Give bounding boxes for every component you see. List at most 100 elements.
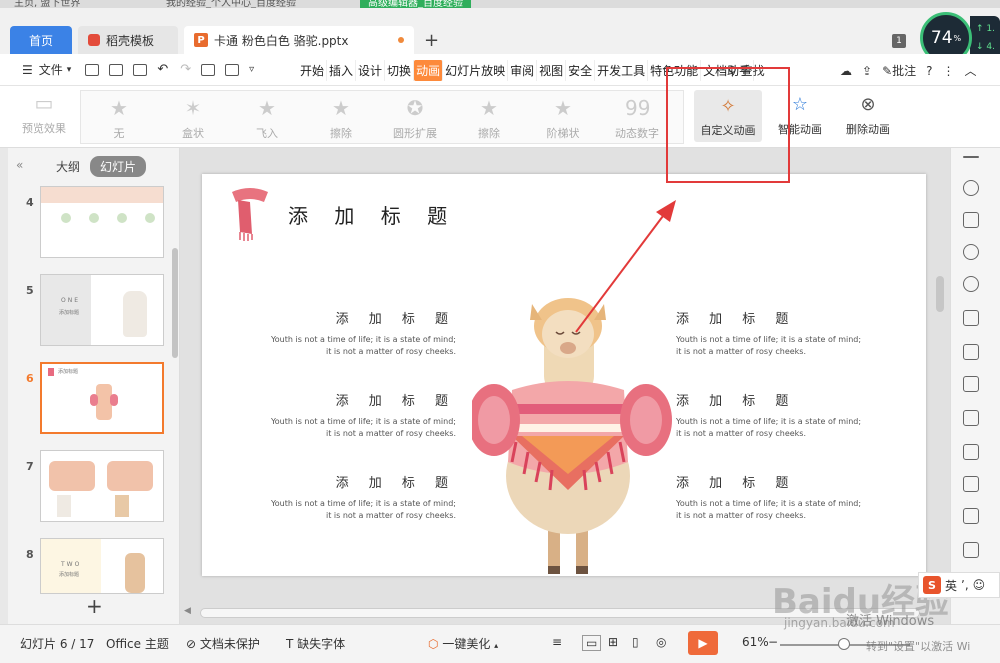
menu-bar: ☰ 文件 ▾ ↶ ↷ ▿ 开始 插入 设计 切换 动画 幻灯片放映 审阅 视图 … [0,54,1000,86]
thumbnail-scrollbar[interactable] [172,248,178,358]
one-click-beautify[interactable]: ⬡ 一键美化 ▴ [428,635,498,652]
tab-view[interactable]: 视图 [537,60,567,81]
collapse-ribbon-icon[interactable]: ︿ [965,62,977,79]
alpaca-illustration[interactable] [472,286,676,576]
tab-transition[interactable]: 切换 [385,60,415,81]
ime-toolbar[interactable]: S 英 ʼ, ☺ [918,572,1000,598]
slide-preview-text: 添加标题 [58,369,79,375]
tab-document[interactable]: P 卡通 粉色白色 骆驼.pptx [184,26,414,54]
tab-security[interactable]: 安全 [566,60,596,81]
picture-icon[interactable] [963,542,979,558]
layers-icon[interactable] [963,310,979,326]
theme-name[interactable]: Office 主题 [106,635,169,652]
tab-outline[interactable]: 大纲 [56,158,80,175]
anim-fly-in[interactable]: ★ 飞入 [237,97,297,147]
tab-slides[interactable]: 幻灯片 [90,156,147,177]
new-file-icon[interactable] [85,63,100,76]
help-icon[interactable]: ? [926,64,932,78]
bar-chart-icon[interactable] [963,376,979,392]
os-tab-active[interactable]: 高级编辑器_百度经验 [360,0,471,8]
slide-sorter-icon[interactable]: ⊞ [608,635,618,649]
undo-icon[interactable]: ↶ [157,62,168,77]
comment-button[interactable]: ✎批注 [882,62,916,79]
os-tab[interactable]: 我的经验_个人中心_百度经验 [166,0,296,8]
text-block[interactable]: 添 加 标 题 Youth is not a time of life; it … [246,477,456,522]
zoom-out-icon[interactable]: − [768,635,778,649]
notes-toggle-icon[interactable]: ≡ [552,635,562,649]
new-tab-button[interactable]: + [424,30,439,51]
more-icon[interactable]: ⋮ [943,64,955,78]
grid-icon[interactable] [963,344,979,360]
presenter-view-icon[interactable]: ◎ [656,635,666,649]
collapse-panel-icon[interactable]: « [16,158,23,172]
window-count-badge[interactable]: 1 [892,34,906,48]
tab-developer[interactable]: 开发工具 [595,60,649,81]
tab-animation[interactable]: 动画 [414,60,444,81]
anim-stairs[interactable]: ★ 阶梯状 [533,97,593,147]
slide-thumbnail-active[interactable]: 6 添加标题 [8,362,180,438]
share-box-icon[interactable] [963,476,979,492]
zoom-level[interactable]: 61% [742,635,769,649]
anim-box[interactable]: ✶ 盒状 [163,97,223,147]
zoom-slider-knob[interactable] [838,638,850,650]
slide-thumbnail[interactable]: 5 ONE 添加标题 [8,274,180,350]
tab-docer-templates[interactable]: 稻壳模板 [78,26,178,54]
play-slideshow-button[interactable]: ▶ [688,631,718,655]
menu-lines-icon[interactable] [963,156,979,158]
anim-none[interactable]: ★ 无 [89,97,149,147]
block-text: Youth is not a time of life; it is a sta… [270,417,456,426]
text-block[interactable]: 添 加 标 题 Youth is not a time of life; it … [676,477,886,522]
delete-animation-button[interactable]: ⊗ 删除动画 [840,92,896,137]
os-tab[interactable]: 主页, 盟下世界 [14,0,80,8]
slide-preview: ONE 添加标题 [40,274,164,346]
star-icon[interactable] [963,180,979,196]
customize-quick-access-icon[interactable]: ▿ [249,64,254,75]
tab-start[interactable]: 开始 [298,60,328,81]
right-task-pane-bar [950,148,1000,624]
sync-cloud-icon[interactable]: ☁ [840,64,852,78]
print-icon[interactable] [201,63,216,76]
text-block[interactable]: 添 加 标 题 Youth is not a time of life; it … [246,395,456,440]
anim-wipe[interactable]: ★ 擦除 [311,97,371,147]
current-slide[interactable]: 添 加 标 题 添 加 标 题 Youth is not a time of l… [202,174,926,576]
tab-slideshow[interactable]: 幻灯片放映 [443,60,509,81]
anim-circle[interactable]: ✪ 圆形扩展 [385,97,445,147]
save-icon[interactable] [133,63,148,76]
missing-font[interactable]: T 缺失字体 [286,635,345,652]
normal-view-icon[interactable]: ▭ [582,635,602,651]
tab-design[interactable]: 设计 [356,60,386,81]
preview-effect-button[interactable]: ▭ 预览效果 [14,92,74,142]
text-block[interactable]: 添 加 标 题 Youth is not a time of life; it … [676,395,886,440]
copy-icon[interactable] [963,212,979,228]
star-icon: ★ [110,96,128,120]
text-block[interactable]: 添 加 标 题 Youth is not a time of life; it … [246,313,456,358]
tab-home[interactable]: 首页 [10,26,72,54]
slide-thumbnail-panel: « 大纲 幻灯片 4 5 ONE 添加标题 6 添加标题 7 8 TWO 添加标… [8,148,180,624]
print-preview-icon[interactable] [225,63,240,76]
open-folder-icon[interactable] [109,63,124,76]
tab-insert[interactable]: 插入 [327,60,357,81]
add-slide-button[interactable]: + [86,594,103,618]
anim-wipe-2[interactable]: ★ 擦除 [459,97,519,147]
canvas-horizontal-scrollbar[interactable] [200,608,920,618]
shapes-icon[interactable] [963,244,979,260]
anim-dynamic-number[interactable]: 99 动态数字 [607,97,667,147]
slide-thumbnail[interactable]: 4 [8,186,180,262]
text-block[interactable]: 添 加 标 题 Youth is not a time of life; it … [676,313,886,358]
redo-icon[interactable]: ↷ [180,62,191,77]
share-icon[interactable]: ⇪ [862,64,872,78]
tab-review[interactable]: 审阅 [508,60,538,81]
file-menu[interactable]: ☰ 文件 ▾ [22,61,71,78]
anim-label: 擦除 [478,127,500,140]
slide-thumbnail[interactable]: 7 [8,450,180,526]
sliders-icon[interactable] [963,410,979,426]
slide-title[interactable]: 添 加 标 题 [288,200,457,229]
doc-protection[interactable]: ⊘ 文档未保护 [186,635,260,652]
reading-view-icon[interactable]: ▯ [632,635,639,649]
image-icon[interactable] [963,444,979,460]
scroll-left-icon[interactable]: ◀ [184,606,191,616]
comment-label: 批注 [892,64,917,78]
archive-icon[interactable] [963,508,979,524]
canvas-vertical-scrollbar[interactable] [936,276,944,312]
location-icon[interactable] [963,276,979,292]
